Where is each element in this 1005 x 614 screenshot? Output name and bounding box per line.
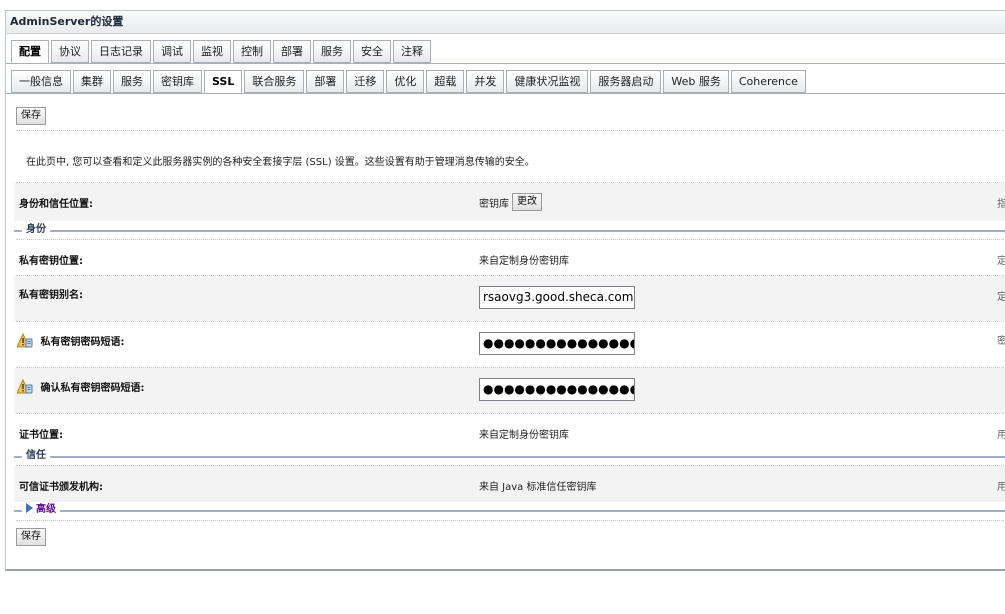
tab-ssl[interactable]: SSL [204, 70, 243, 94]
private-key-location-value: 来自定制身份密钥库 [479, 256, 569, 267]
private-key-location-row: 私有密钥位置: 来自定制身份密钥库 定: [14, 240, 1005, 275]
expand-triangle-icon[interactable] [26, 503, 33, 513]
identity-trust-row: 身份和信任位置: 密钥库 更改 指: [14, 183, 1005, 221]
tab-divider [6, 63, 1005, 64]
private-key-alias-label: 私有密钥别名: [19, 290, 83, 301]
tab-config[interactable]: 配置 [11, 40, 49, 64]
confirm-passphrase-row: 确认私有密钥密码短语: ●●●●●●●●●●●●●●●●●● [14, 368, 1005, 413]
confirm-passphrase-label: 确认私有密钥密码短语: [40, 383, 145, 394]
section-identity-title: 身份 [22, 223, 50, 237]
tab-protocols[interactable]: 协议 [51, 40, 89, 63]
private-key-alias-row: 私有密钥别名: rsaovg3.good.sheca.com 定: [14, 276, 1005, 321]
divider [16, 520, 1005, 521]
private-key-passphrase-hint: 密: [997, 332, 1005, 347]
section-trust: 信任 [14, 449, 1005, 463]
tab-monitoring[interactable]: 监视 [193, 40, 231, 63]
tab-deployment-sub[interactable]: 部署 [306, 70, 345, 93]
cert-location-label: 证书位置: [19, 430, 63, 441]
cert-location-row: 证书位置: 来自定制身份密钥库 用: [14, 414, 1005, 449]
change-button[interactable]: 更改 [512, 193, 542, 211]
divider [16, 130, 1005, 131]
tab-general[interactable]: 一般信息 [11, 70, 71, 93]
cert-location-hint: 用: [997, 426, 1005, 441]
settings-panel: AdminServer的设置 配置 协议 日志记录 调试 监视 控制 部署 服务… [5, 10, 1005, 571]
tab-coherence[interactable]: Coherence [730, 70, 806, 93]
tab-overload[interactable]: 超载 [426, 70, 465, 93]
identity-trust-value: 密钥库 [479, 199, 509, 210]
tab-deployments[interactable]: 部署 [273, 40, 311, 63]
private-key-passphrase-label: 私有密钥密码短语: [40, 337, 125, 348]
page-description: 在此页中, 您可以查看和定义此服务器实例的各种安全套接字层 (SSL) 设置。这… [26, 157, 535, 168]
tab-security[interactable]: 安全 [353, 40, 391, 63]
tab-services-sub[interactable]: 服务 [113, 70, 151, 93]
private-key-location-hint: 定: [997, 252, 1005, 267]
tab-debug[interactable]: 调试 [153, 40, 191, 63]
trusted-ca-hint: 用: [997, 478, 1005, 493]
tab-tuning[interactable]: 优化 [386, 70, 425, 93]
tab-web-services[interactable]: Web 服务 [663, 70, 729, 93]
tab-control[interactable]: 控制 [233, 40, 271, 63]
tab-server-start[interactable]: 服务器启动 [590, 70, 662, 93]
section-trust-title: 信任 [22, 449, 50, 463]
confirm-passphrase-input[interactable]: ●●●●●●●●●●●●●●●●●● [479, 378, 635, 401]
primary-tabs: 配置 协议 日志记录 调试 监视 控制 部署 服务 安全 注释 [11, 40, 433, 64]
private-key-location-label: 私有密钥位置: [19, 256, 83, 267]
tab-concurrency[interactable]: 并发 [466, 70, 505, 93]
identity-trust-label: 身份和信任位置: [19, 199, 93, 210]
tab-logging[interactable]: 日志记录 [91, 40, 151, 63]
section-advanced-title[interactable]: 高级 [36, 504, 56, 515]
private-key-passphrase-row: 私有密钥密码短语: ●●●●●●●●●●●●●●●●●● 密: [14, 322, 1005, 367]
tab-federation[interactable]: 联合服务 [244, 70, 305, 93]
warning-lock-icon [16, 378, 33, 394]
save-button-top[interactable]: 保存 [16, 107, 46, 125]
cert-location-value: 来自定制身份密钥库 [479, 430, 569, 441]
trusted-ca-value: 来自 Java 标准信任密钥库 [479, 482, 597, 493]
tab-cluster[interactable]: 集群 [73, 70, 111, 93]
save-button-bottom[interactable]: 保存 [16, 528, 46, 546]
tab-services[interactable]: 服务 [313, 40, 351, 63]
private-key-alias-hint: 定: [997, 288, 1005, 303]
private-key-passphrase-input[interactable]: ●●●●●●●●●●●●●●●●●● [479, 332, 635, 355]
secondary-tabs: 一般信息 集群 服务 密钥库 SSL 联合服务 部署 迁移 优化 超载 并发 健… [11, 70, 808, 94]
tab-notes[interactable]: 注释 [393, 40, 431, 63]
tab-migration[interactable]: 迁移 [346, 70, 385, 93]
tab-health-monitoring[interactable]: 健康状况监视 [506, 70, 589, 93]
tab-keystores[interactable]: 密钥库 [153, 70, 202, 93]
tab-divider-secondary [6, 93, 1005, 94]
clipped-top-strip [0, 0, 1005, 4]
trusted-ca-label: 可信证书颁发机构: [19, 482, 103, 493]
identity-trust-hint: 指: [997, 195, 1005, 210]
warning-lock-icon [16, 332, 33, 348]
section-advanced[interactable]: 高级 [14, 503, 1005, 517]
trusted-ca-row: 可信证书颁发机构: 来自 Java 标准信任密钥库 用: [14, 466, 1005, 502]
panel-title: AdminServer的设置 [6, 11, 1005, 34]
section-identity: 身份 [14, 223, 1005, 237]
private-key-alias-input[interactable]: rsaovg3.good.sheca.com [479, 286, 635, 309]
